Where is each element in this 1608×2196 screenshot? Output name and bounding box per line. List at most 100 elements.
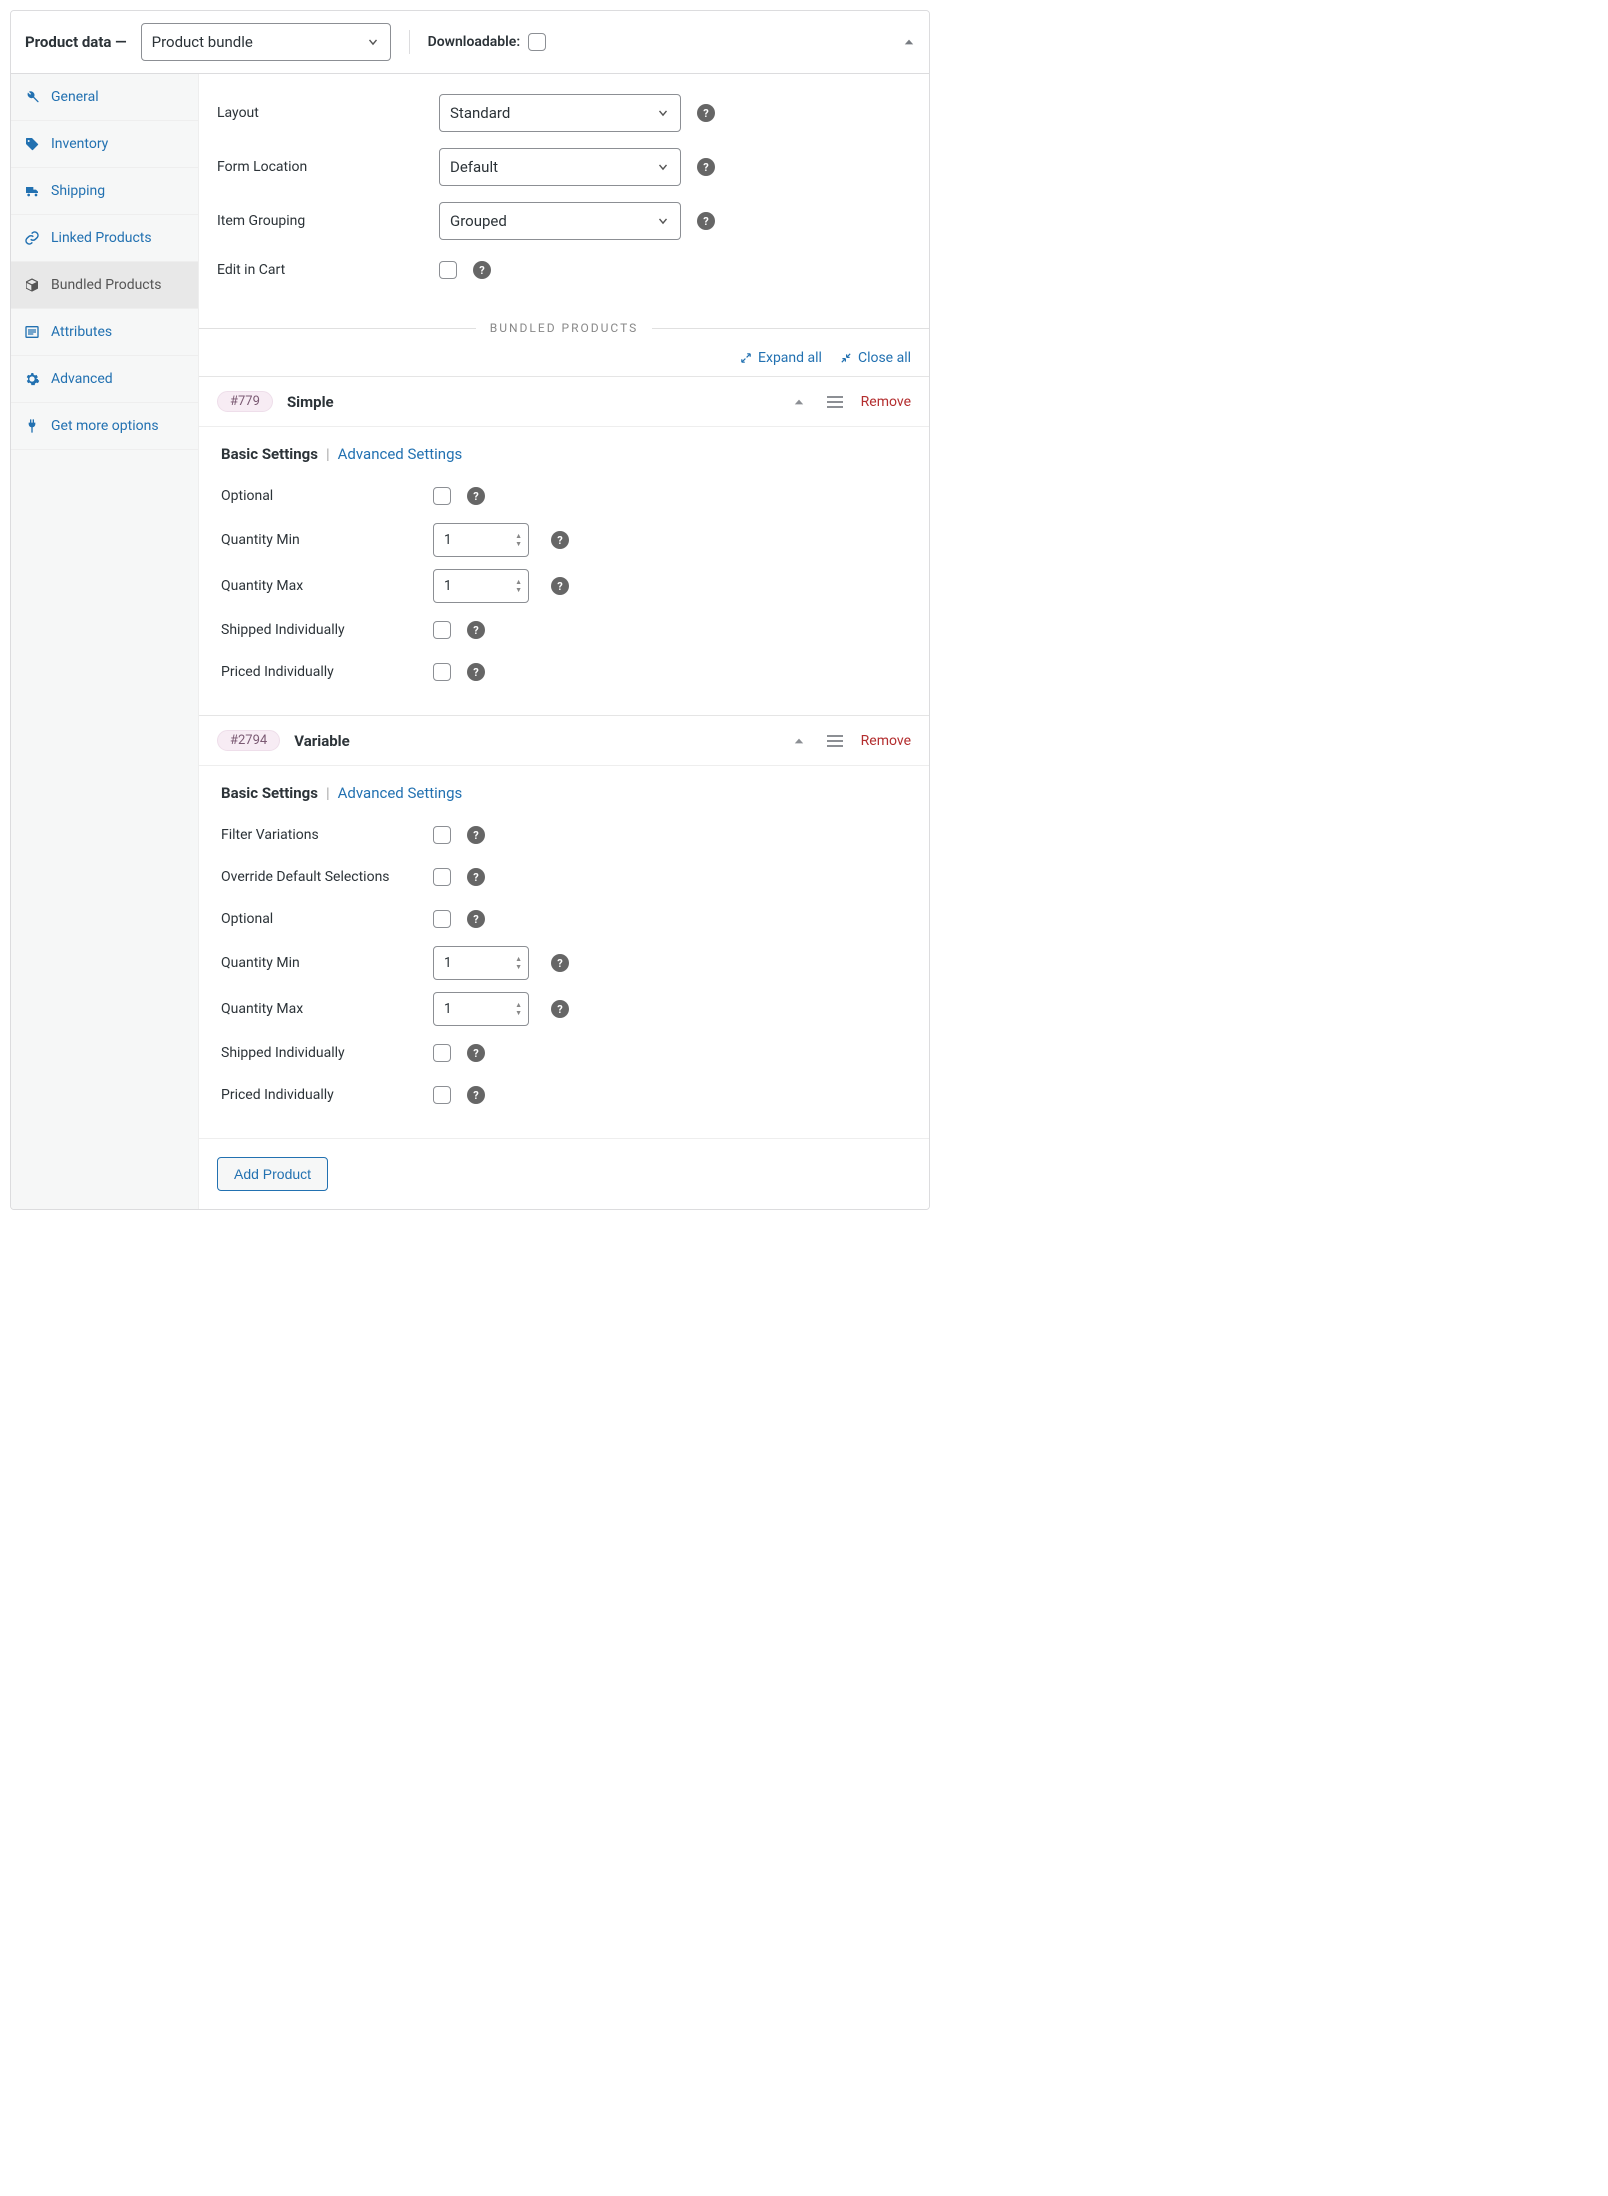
downloadable-toggle[interactable]: Downloadable: (428, 33, 547, 51)
help-icon[interactable]: ? (697, 158, 715, 176)
item-body: Basic Settings | Advanced Settings Filte… (199, 765, 929, 1138)
collapse-panel-icon[interactable] (903, 36, 915, 48)
number-value: 1 (444, 1001, 515, 1017)
chevron-down-icon (366, 35, 380, 49)
help-icon[interactable]: ? (467, 1086, 485, 1104)
field-row: Optional ? (221, 475, 907, 517)
product-type-select[interactable]: Product bundle (141, 23, 391, 61)
help-icon[interactable]: ? (697, 212, 715, 230)
tab-basic-settings[interactable]: Basic Settings (221, 445, 318, 463)
help-icon[interactable]: ? (697, 104, 715, 122)
field-label: Shipped Individually (221, 622, 433, 638)
help-icon[interactable]: ? (551, 577, 569, 595)
section-title: BUNDLED PRODUCTS (476, 321, 653, 335)
bundled-items-list: #779 Simple Remove Basic Settings | Adva… (199, 376, 929, 1138)
help-icon[interactable]: ? (467, 621, 485, 639)
sidebar-item-inventory[interactable]: Inventory (11, 121, 198, 168)
help-icon[interactable]: ? (473, 261, 491, 279)
number-input-quantity-max[interactable]: 1 ▲▼ (433, 992, 529, 1026)
chevron-down-icon (656, 214, 670, 228)
help-icon[interactable]: ? (551, 954, 569, 972)
select-form-location[interactable]: Default (439, 148, 681, 186)
tab-advanced-settings[interactable]: Advanced Settings (338, 784, 463, 802)
select-layout[interactable]: Standard (439, 94, 681, 132)
drag-handle-icon[interactable] (823, 735, 847, 747)
stepper-icon[interactable]: ▲▼ (515, 533, 522, 548)
section-divider: BUNDLED PRODUCTS (199, 320, 929, 336)
checkbox-edit-in-cart[interactable] (439, 261, 457, 279)
sidebar-item-label: Linked Products (51, 230, 152, 246)
help-icon[interactable]: ? (467, 910, 485, 928)
divider (409, 30, 410, 54)
sidebar-item-shipping[interactable]: Shipping (11, 168, 198, 215)
checkbox-override-default-selections[interactable] (433, 868, 451, 886)
checkbox-shipped-individually[interactable] (433, 1044, 451, 1062)
chevron-down-icon (656, 160, 670, 174)
stepper-icon[interactable]: ▲▼ (515, 579, 522, 594)
sidebar-item-label: Bundled Products (51, 277, 161, 293)
tab-basic-settings[interactable]: Basic Settings (221, 784, 318, 802)
item-id-pill: #779 (217, 391, 273, 412)
stepper-icon[interactable]: ▲▼ (515, 1002, 522, 1017)
tab-separator: | (326, 784, 330, 802)
help-icon[interactable]: ? (551, 1000, 569, 1018)
checkbox-shipped-individually[interactable] (433, 621, 451, 639)
stepper-icon[interactable]: ▲▼ (515, 956, 522, 971)
collapse-item-icon[interactable] (789, 396, 809, 408)
checkbox-filter-variations[interactable] (433, 826, 451, 844)
add-product-button[interactable]: Add Product (217, 1157, 328, 1191)
field-label: Optional (221, 911, 433, 927)
select-item-grouping[interactable]: Grouped (439, 202, 681, 240)
field-label: Optional (221, 488, 433, 504)
number-input-quantity-max[interactable]: 1 ▲▼ (433, 569, 529, 603)
sidebar-item-advanced[interactable]: Advanced (11, 356, 198, 403)
expand-all-link[interactable]: Expand all (740, 350, 822, 366)
number-input-quantity-min[interactable]: 1 ▲▼ (433, 523, 529, 557)
gear-icon (23, 370, 41, 388)
field-row: Filter Variations ? (221, 814, 907, 856)
sidebar-item-linked-products[interactable]: Linked Products (11, 215, 198, 262)
sidebar-item-label: Get more options (51, 418, 159, 434)
sidebar-item-general[interactable]: General (11, 74, 198, 121)
sidebar-item-attributes[interactable]: Attributes (11, 309, 198, 356)
downloadable-checkbox[interactable] (528, 33, 546, 51)
number-input-quantity-min[interactable]: 1 ▲▼ (433, 946, 529, 980)
sidebar-item-get-more-options[interactable]: Get more options (11, 403, 198, 450)
checkbox-priced-individually[interactable] (433, 663, 451, 681)
label-layout: Layout (217, 105, 439, 121)
drag-handle-icon[interactable] (823, 396, 847, 408)
field-row: Quantity Max 1 ▲▼ ? (221, 986, 907, 1032)
close-all-link[interactable]: Close all (840, 350, 911, 366)
link-icon (23, 229, 41, 247)
main-content: Layout Standard ? Form Location Default … (199, 74, 929, 1209)
collapse-icon (840, 352, 852, 364)
sidebar-item-label: Attributes (51, 324, 112, 340)
help-icon[interactable]: ? (467, 663, 485, 681)
number-value: 1 (444, 578, 515, 594)
tab-advanced-settings[interactable]: Advanced Settings (338, 445, 463, 463)
chevron-down-icon (656, 106, 670, 120)
expand-all-label: Expand all (758, 350, 822, 366)
checkbox-priced-individually[interactable] (433, 1086, 451, 1104)
remove-item-link[interactable]: Remove (861, 394, 911, 410)
field-label: Priced Individually (221, 664, 433, 680)
checkbox-optional[interactable] (433, 910, 451, 928)
field-row: Shipped Individually ? (221, 609, 907, 651)
help-icon[interactable]: ? (551, 531, 569, 549)
remove-item-link[interactable]: Remove (861, 733, 911, 749)
collapse-item-icon[interactable] (789, 735, 809, 747)
number-value: 1 (444, 532, 515, 548)
help-icon[interactable]: ? (467, 826, 485, 844)
panel-header: Product data — Product bundle Downloadab… (11, 11, 929, 74)
sidebar-item-bundled-products[interactable]: Bundled Products (11, 262, 198, 309)
help-icon[interactable]: ? (467, 1044, 485, 1062)
wrench-icon (23, 88, 41, 106)
field-label: Quantity Min (221, 955, 433, 971)
help-icon[interactable]: ? (467, 868, 485, 886)
help-icon[interactable]: ? (467, 487, 485, 505)
checkbox-optional[interactable] (433, 487, 451, 505)
bundled-item: #2794 Variable Remove Basic Settings | A… (199, 715, 929, 1138)
tab-separator: | (326, 445, 330, 463)
item-header: #779 Simple Remove (199, 377, 929, 426)
close-all-label: Close all (858, 350, 911, 366)
